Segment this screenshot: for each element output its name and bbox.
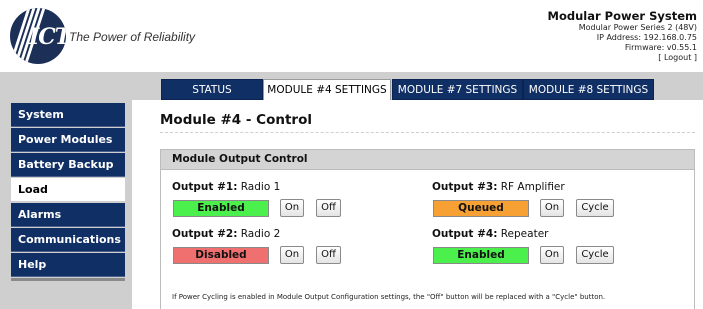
logo-text: ICT	[29, 24, 66, 50]
sidebar-item-load-distribution[interactable]: Load Distribution	[11, 178, 125, 220]
output-2-status: Disabled	[173, 247, 269, 264]
logout-link[interactable]: [ Logout ]	[658, 53, 697, 62]
system-model: Modular Power Series 2 (48V)	[578, 23, 697, 32]
output-2-off-button[interactable]: Off	[316, 246, 341, 264]
tab-module-7-settings[interactable]: MODULE #7 SETTINGS	[392, 79, 523, 100]
sidebar-item-communications[interactable]: Communications	[11, 228, 125, 252]
sidebar-item-alarms[interactable]: Alarms	[11, 203, 125, 227]
tab-status[interactable]: STATUS	[161, 79, 263, 100]
system-info: Modular Power System Modular Power Serie…	[548, 9, 697, 63]
sidebar-item-system[interactable]: System	[11, 103, 125, 127]
output-4-label: Output #4: Repeater	[432, 228, 548, 240]
output-2-label: Output #2: Radio 2	[172, 228, 280, 240]
main-panel: Module #4 - Control Module Output Contro…	[132, 100, 703, 309]
output-4-status: Enabled	[433, 247, 529, 264]
output-4-on-button[interactable]: On	[540, 246, 564, 264]
tagline: The Power of Reliability	[69, 30, 196, 44]
output-3-name: RF Amplifier	[500, 181, 565, 193]
output-3-cycle-button[interactable]: Cycle	[576, 199, 614, 217]
output-4-number: Output #4:	[432, 228, 498, 240]
sidebar-item-battery-backup[interactable]: Battery Backup	[11, 153, 125, 177]
output-4-name: Repeater	[500, 228, 549, 240]
tab-module-8-settings[interactable]: MODULE #8 SETTINGS	[523, 79, 654, 100]
sidebar-bottom-edge	[11, 278, 125, 281]
output-4-cycle-button[interactable]: Cycle	[576, 246, 614, 264]
output-1-status: Enabled	[173, 200, 269, 217]
output-3-number: Output #3:	[432, 181, 498, 193]
output-2-name: Radio 2	[240, 228, 281, 240]
output-3-on-button[interactable]: On	[540, 199, 564, 217]
header: ICT The Power of Reliability Modular Pow…	[0, 0, 703, 72]
sidebar-item-help[interactable]: Help	[11, 253, 125, 277]
page-title: Module #4 - Control	[160, 112, 312, 128]
module-output-control-section: Module Output Control Output #1: Radio 1…	[160, 149, 695, 309]
output-2-number: Output #2:	[172, 228, 238, 240]
output-1-name: Radio 1	[240, 181, 281, 193]
sidebar-item-power-modules[interactable]: Power Modules	[11, 128, 125, 152]
title-divider	[160, 132, 695, 133]
ip-address: IP Address: 192.168.0.75	[596, 33, 697, 42]
ict-logo: ICT	[10, 8, 66, 64]
output-1-off-button[interactable]: Off	[316, 199, 341, 217]
output-2-on-button[interactable]: On	[280, 246, 304, 264]
output-3-status: Queued	[433, 200, 529, 217]
output-1-number: Output #1:	[172, 181, 238, 193]
output-3-label: Output #3: RF Amplifier	[432, 181, 565, 193]
output-1-label: Output #1: Radio 1	[172, 181, 280, 193]
section-title: Module Output Control	[161, 150, 694, 170]
power-cycling-note: If Power Cycling is enabled in Module Ou…	[172, 293, 606, 301]
firmware-version: Firmware: v0.55.1	[624, 43, 697, 52]
system-title: Modular Power System	[547, 9, 697, 23]
tab-module-4-settings[interactable]: MODULE #4 SETTINGS	[263, 79, 391, 101]
output-1-on-button[interactable]: On	[280, 199, 304, 217]
